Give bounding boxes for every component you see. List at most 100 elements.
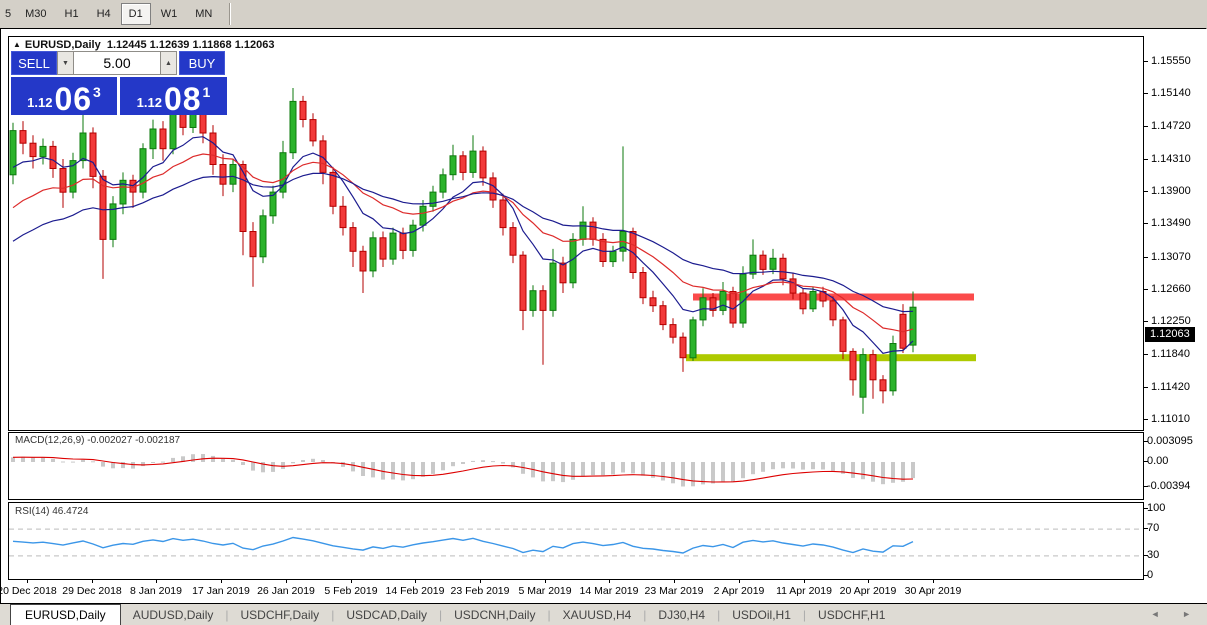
macd-histogram-bar	[481, 460, 485, 462]
sell-price-base: 1.12	[27, 95, 52, 110]
candle-body	[750, 255, 756, 274]
macd-histogram-bar	[721, 462, 725, 481]
collapse-triangle-icon[interactable]: ▲	[13, 40, 21, 49]
macd-histogram-bar	[31, 458, 35, 462]
rsi-label: RSI(14) 46.4724	[15, 506, 88, 517]
macd-histogram-bar	[91, 461, 95, 462]
symbol-tab-usdchf-h1[interactable]: USDCHF,H1	[806, 606, 897, 624]
macd-histogram-bar	[731, 462, 735, 482]
candle-body	[850, 351, 856, 379]
rsi-indicator-chart	[9, 503, 1143, 579]
candle-body	[910, 307, 916, 345]
price-tick-label: 1.14720	[1151, 120, 1191, 132]
macd-histogram-bar	[171, 458, 175, 462]
candle-body	[870, 355, 876, 380]
volume-decrease-button[interactable]: ▼	[57, 51, 74, 75]
symbol-tab-eurusd-daily[interactable]: EURUSD,Daily	[10, 604, 121, 625]
candle-body	[530, 291, 536, 311]
date-tick-mark	[739, 579, 740, 583]
date-tick-label: 23 Feb 2019	[451, 585, 510, 597]
macd-histogram-bar	[351, 462, 355, 471]
tab-scroll-arrows[interactable]: ◄ ►	[1151, 609, 1201, 619]
macd-histogram-bar	[461, 462, 465, 464]
candle-body	[560, 263, 566, 283]
symbol-tab-audusd-daily[interactable]: AUDUSD,Daily	[121, 606, 226, 624]
macd-histogram-bar	[131, 462, 135, 469]
symbol-tab-dj30-h4[interactable]: DJ30,H4	[646, 606, 717, 624]
symbol-tab-usdcad-daily[interactable]: USDCAD,Daily	[334, 606, 439, 624]
macd-histogram-bar	[471, 461, 475, 462]
candle-body	[800, 293, 806, 309]
price-tick-mark	[1143, 159, 1148, 160]
price-tick-label: 1.15550	[1151, 55, 1191, 67]
candle-body	[330, 172, 336, 206]
date-tick-mark	[674, 579, 675, 583]
macd-histogram-bar	[81, 460, 85, 462]
sell-price-box[interactable]: 1.12 06 3	[11, 77, 117, 115]
price-tick-label: 1.14310	[1151, 153, 1191, 165]
buy-button[interactable]: BUY	[179, 51, 225, 75]
date-tick-label: 11 Apr 2019	[776, 585, 832, 597]
candle-body	[10, 131, 16, 175]
date-tick-mark	[27, 579, 28, 583]
one-click-trading-widget: SELL ▼ 5.00 ▲ BUY 1.12 06 3 1.12 08 1	[11, 51, 227, 115]
price-tick-label: 1.11420	[1151, 381, 1190, 393]
buy-price-box[interactable]: 1.12 08 1	[120, 77, 227, 115]
macd-label: MACD(12,26,9) -0.002027 -0.002187	[15, 435, 180, 446]
candle-body	[480, 151, 486, 178]
candle-body	[470, 151, 476, 172]
volume-increase-button[interactable]: ▲	[160, 51, 177, 75]
date-tick-mark	[480, 579, 481, 583]
tf-button-d1[interactable]: D1	[121, 3, 151, 25]
triangle-down-icon: ▼	[62, 60, 69, 67]
macd-histogram-bar	[231, 460, 235, 462]
date-tick-mark	[933, 579, 934, 583]
tf-button-m5[interactable]: 5	[1, 3, 15, 25]
tf-button-w1[interactable]: W1	[153, 3, 186, 25]
volume-input[interactable]: 5.00	[74, 51, 160, 75]
symbol-tab-bar: EURUSD,DailyAUDUSD,Daily|USDCHF,Daily|US…	[0, 603, 1207, 625]
sell-button[interactable]: SELL	[11, 51, 57, 75]
macd-histogram-bar	[451, 462, 455, 466]
macd-histogram-bar	[11, 457, 15, 462]
rsi-tick-label: 100	[1147, 502, 1165, 514]
symbol-tab-usdoil-h1[interactable]: USDOil,H1	[720, 606, 803, 624]
symbol-tab-usdcnh-daily[interactable]: USDCNH,Daily	[442, 606, 547, 624]
moving-average-30	[13, 173, 913, 311]
date-tick-label: 14 Mar 2019	[580, 585, 639, 597]
macd-histogram-bar	[781, 462, 785, 468]
macd-histogram-bar	[611, 462, 615, 475]
candle-body	[520, 255, 526, 310]
macd-histogram-bar	[881, 462, 885, 484]
candle-body	[670, 325, 676, 338]
date-tick-label: 20 Dec 2018	[0, 585, 57, 597]
candle-body	[220, 165, 226, 185]
macd-histogram-bar	[661, 462, 665, 481]
symbol-tab-xauusd-h4[interactable]: XAUUSD,H4	[551, 606, 644, 624]
macd-histogram-bar	[211, 456, 215, 462]
macd-histogram-bar	[301, 460, 305, 462]
candle-body	[360, 251, 366, 271]
symbol-tab-usdchf-daily[interactable]: USDCHF,Daily	[229, 606, 332, 624]
triangle-up-icon: ▲	[165, 60, 172, 67]
tf-button-mn[interactable]: MN	[187, 3, 220, 25]
tf-button-h1[interactable]: H1	[57, 3, 87, 25]
candle-body	[390, 233, 396, 259]
candle-body	[300, 101, 306, 119]
price-tick-mark	[1143, 257, 1148, 258]
macd-histogram-bar	[851, 462, 855, 478]
tf-button-h4[interactable]: H4	[89, 3, 119, 25]
candle-body	[370, 238, 376, 271]
candle-body	[340, 206, 346, 227]
date-tick-label: 5 Mar 2019	[518, 585, 571, 597]
timeframe-toolbar: 5 M30 H1 H4 D1 W1 MN	[0, 0, 1207, 29]
macd-histogram-bar	[441, 462, 445, 470]
macd-histogram-bar	[431, 462, 435, 474]
macd-histogram-bar	[641, 462, 645, 476]
price-tick-mark	[1143, 387, 1148, 388]
date-tick-mark	[868, 579, 869, 583]
price-tick-mark	[1143, 126, 1148, 127]
macd-histogram-bar	[361, 462, 365, 476]
tf-button-m30[interactable]: M30	[17, 3, 54, 25]
candle-body	[780, 258, 786, 279]
